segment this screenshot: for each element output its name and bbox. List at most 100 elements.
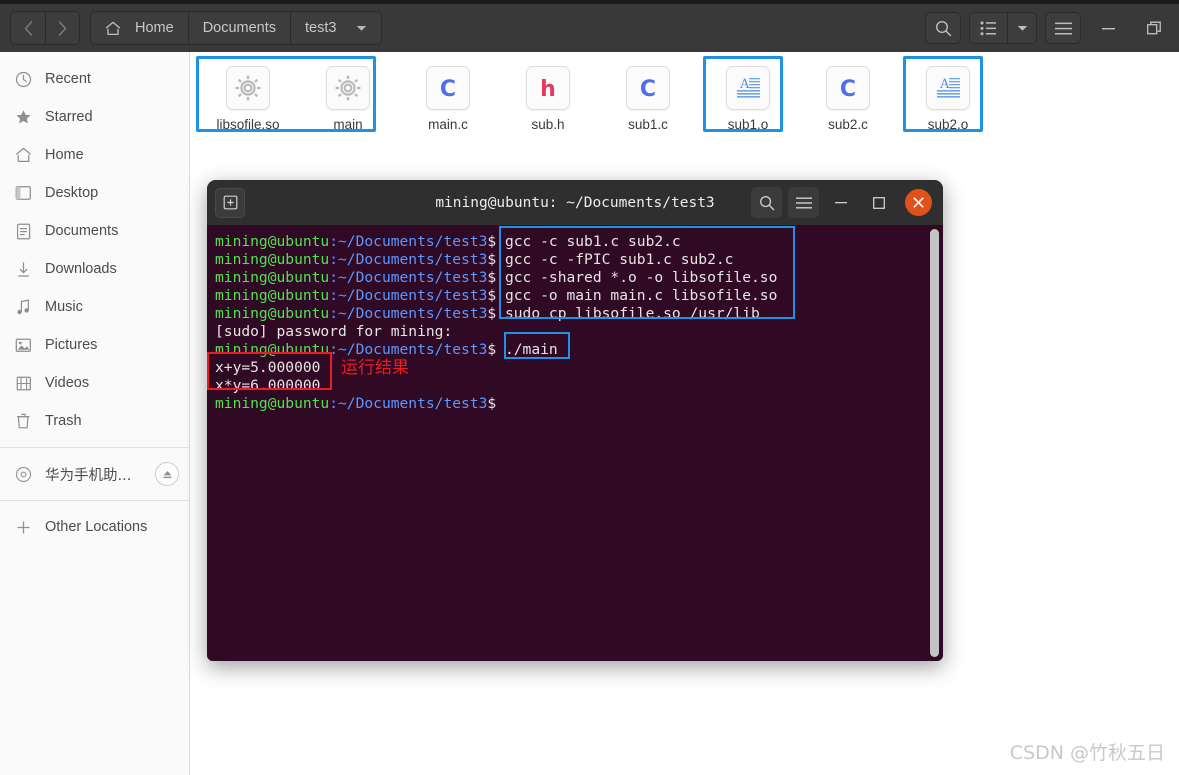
terminal-line-output: x+y=5.000000 — [215, 359, 321, 376]
sidebar-label-starred: Starred — [45, 109, 93, 125]
terminal-line: mining@ubuntu:~/Documents/test3$ gcc -c … — [211, 233, 943, 251]
file-label: sub.h — [531, 117, 565, 132]
eject-icon[interactable] — [155, 462, 179, 486]
terminal-prompt-sigil: $ — [487, 251, 497, 268]
new-tab-icon[interactable] — [215, 187, 245, 218]
terminal-close-button[interactable] — [905, 189, 932, 216]
watermark: CSDN @竹秋五日 — [1009, 742, 1165, 764]
forward-button[interactable] — [45, 12, 79, 44]
sidebar-item-device[interactable]: 华为手机助... — [0, 455, 189, 493]
terminal-titlebar[interactable]: mining@ubuntu: ~/Documents/test3 — [207, 180, 943, 225]
trash-icon — [14, 412, 33, 431]
terminal-minimize-button[interactable] — [825, 187, 857, 218]
breadcrumb-label-test3: test3 — [305, 20, 337, 36]
c-source-icon: C — [826, 66, 870, 110]
terminal-output-area[interactable]: mining@ubuntu:~/Documents/test3$ gcc -c … — [207, 225, 943, 661]
view-mode-group — [969, 12, 1037, 44]
search-button[interactable] — [925, 12, 961, 44]
sidebar-item-other-locations[interactable]: Other Locations — [0, 508, 189, 546]
sidebar: Recent Starred Home Desktop Documents Do… — [0, 52, 190, 775]
text-object-icon: A — [926, 66, 970, 110]
file-item-sub1-o[interactable]: A sub1.o — [698, 56, 798, 136]
terminal-menu-button[interactable] — [788, 187, 819, 218]
picture-icon — [14, 336, 33, 355]
terminal-line-output: x*y=6.000000 — [215, 377, 321, 394]
sidebar-item-recent[interactable]: Recent — [0, 60, 189, 98]
nav-button-group — [10, 11, 80, 45]
terminal-command: ./main — [504, 341, 558, 358]
terminal-prompt-user: mining@ubuntu — [215, 395, 330, 412]
sidebar-label-documents: Documents — [45, 223, 119, 239]
window-maximize-button[interactable] — [1135, 11, 1173, 45]
download-icon — [14, 260, 33, 279]
terminal-maximize-button[interactable] — [863, 187, 895, 218]
file-item-sub-h[interactable]: h sub.h — [498, 56, 598, 136]
terminal-line: mining@ubuntu:~/Documents/test3$ gcc -c … — [211, 251, 943, 269]
breadcrumb-item-documents[interactable]: Documents — [187, 12, 291, 44]
file-item-sub2-o[interactable]: A sub2.o — [898, 56, 998, 136]
file-label: sub1.c — [628, 117, 668, 132]
terminal-prompt-sigil: $ — [487, 269, 497, 286]
back-button[interactable] — [11, 12, 45, 44]
gear-executable-icon — [226, 66, 270, 110]
document-icon — [14, 222, 33, 241]
file-label: sub1.o — [727, 117, 769, 132]
terminal-prompt-sigil: $ — [487, 305, 497, 322]
sidebar-item-home[interactable]: Home — [0, 136, 189, 174]
terminal-prompt-path: :~/Documents/test3 — [329, 287, 488, 304]
sidebar-item-videos[interactable]: Videos — [0, 364, 189, 402]
breadcrumb-item-home[interactable]: Home — [91, 12, 188, 44]
sidebar-label-music: Music — [45, 299, 83, 315]
sidebar-label-recent: Recent — [45, 71, 91, 87]
terminal-command: sudo cp libsofile.so /usr/lib — [504, 305, 760, 322]
terminal-prompt-user: mining@ubuntu — [215, 269, 330, 286]
sidebar-divider-1 — [0, 447, 189, 448]
terminal-line: mining@ubuntu:~/Documents/test3$ gcc -o … — [211, 287, 943, 305]
sidebar-item-pictures[interactable]: Pictures — [0, 326, 189, 364]
view-dropdown-button[interactable] — [1007, 12, 1037, 44]
sidebar-label-desktop: Desktop — [45, 185, 99, 201]
sidebar-label-other-locations: Other Locations — [45, 519, 148, 535]
terminal-prompt-sigil: $ — [487, 287, 497, 304]
terminal-prompt-sigil: $ — [487, 233, 497, 250]
terminal-command: gcc -o main main.c libsofile.so — [504, 287, 778, 304]
sidebar-item-starred[interactable]: Starred — [0, 98, 189, 136]
desktop-root: Home Documents test3 Recent Starred Home… — [0, 0, 1179, 775]
terminal-scrollbar[interactable] — [930, 229, 939, 657]
file-item-libsofile-so[interactable]: libsofile.so — [198, 56, 298, 136]
terminal-prompt-path: :~/Documents/test3 — [329, 269, 488, 286]
file-label: libsofile.so — [216, 117, 280, 132]
file-item-main[interactable]: main — [298, 56, 398, 136]
disc-icon — [14, 465, 33, 484]
plus-icon — [14, 518, 33, 537]
window-minimize-button[interactable] — [1089, 11, 1127, 45]
file-label: sub2.o — [927, 117, 969, 132]
sidebar-item-trash[interactable]: Trash — [0, 402, 189, 440]
sidebar-divider-2 — [0, 500, 189, 501]
file-item-sub1-c[interactable]: C sub1.c — [598, 56, 698, 136]
terminal-search-button[interactable] — [751, 187, 782, 218]
film-icon — [14, 374, 33, 393]
list-view-button[interactable] — [969, 12, 1007, 44]
terminal-line-output: [sudo] password for mining: — [215, 323, 453, 340]
terminal-prompt-user: mining@ubuntu — [215, 233, 330, 250]
sidebar-item-desktop[interactable]: Desktop — [0, 174, 189, 212]
terminal-titlebar-buttons — [751, 187, 935, 218]
breadcrumb-item-test3[interactable]: test3 — [290, 12, 382, 44]
file-item-sub2-c[interactable]: C sub2.c — [798, 56, 898, 136]
sidebar-item-documents[interactable]: Documents — [0, 212, 189, 250]
sidebar-item-music[interactable]: Music — [0, 288, 189, 326]
headerbar-left-group: Home Documents test3 — [0, 11, 383, 45]
sidebar-label-device: 华为手机助... — [45, 467, 132, 484]
terminal-prompt-user: mining@ubuntu — [215, 251, 330, 268]
svg-text:A: A — [739, 77, 750, 92]
main-menu-button[interactable] — [1045, 12, 1081, 44]
breadcrumb: Home Documents test3 — [90, 11, 383, 45]
terminal-prompt-sigil: $ — [487, 395, 497, 412]
terminal-window[interactable]: mining@ubuntu: ~/Documents/test3 mining@… — [207, 180, 943, 661]
sidebar-item-downloads[interactable]: Downloads — [0, 250, 189, 288]
chevron-down-icon — [356, 25, 367, 32]
terminal-prompt-user: mining@ubuntu — [215, 341, 330, 358]
terminal-prompt-path: :~/Documents/test3 — [329, 233, 488, 250]
file-item-main-c[interactable]: C main.c — [398, 56, 498, 136]
